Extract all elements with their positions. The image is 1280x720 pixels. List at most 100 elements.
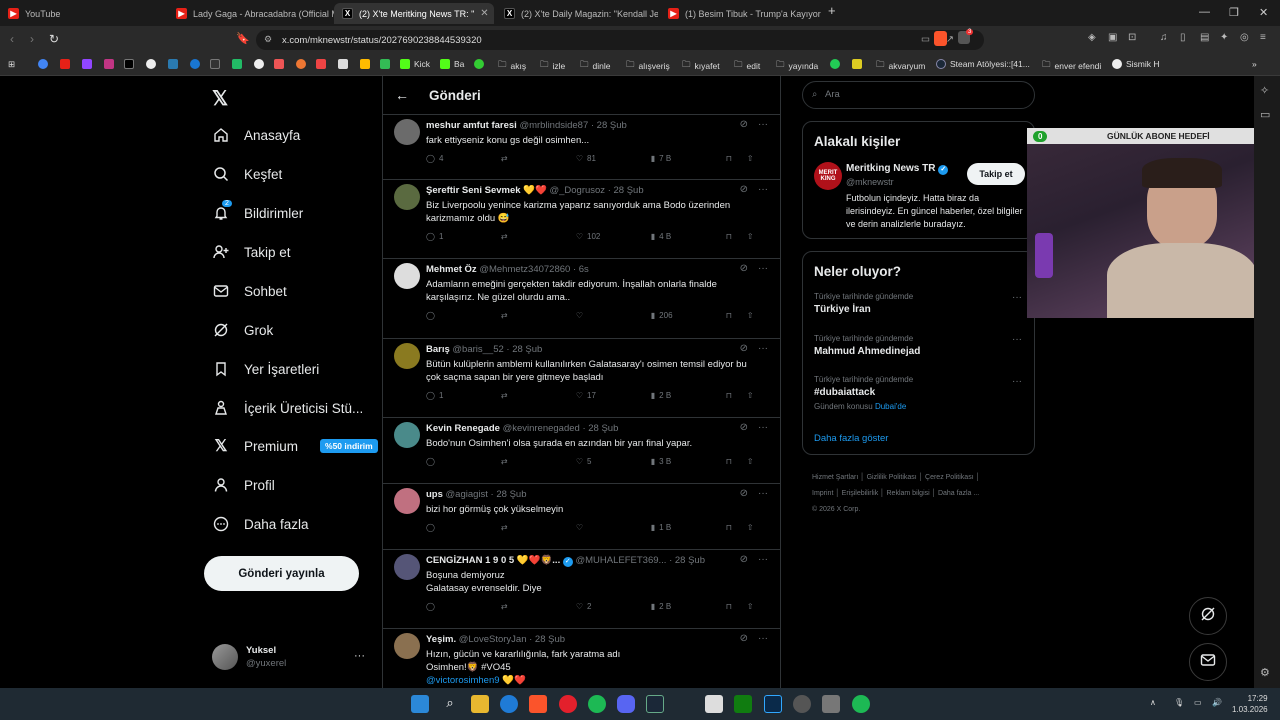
folder-akvaryum[interactable]: 🗀 akvaryum [876,59,925,73]
trend-item[interactable]: Türkiye tarihinde gündemde Türkiye İran [814,292,913,315]
account-switcher[interactable]: Yuksel @yuxerel ··· [212,644,365,670]
repost-button[interactable]: ⇄ [501,232,576,241]
follow-button[interactable]: Takip et [967,163,1025,185]
bookmark-steam[interactable]: Steam Atölyesi::[41... [936,59,1030,69]
folder-akis[interactable]: 🗀 akış [498,59,526,73]
folder-kiyafet[interactable]: 🗀 kıyafet [682,59,720,73]
bookmark-google[interactable] [38,59,48,69]
sidebar-settings-icon[interactable]: ⚙ [1260,666,1270,679]
screenshot-icon[interactable]: ⊡ [1128,32,1136,43]
author-handle[interactable]: @agiagist · 28 Şub [446,489,527,500]
related-name[interactable]: Meritking News TR ✓ [846,163,949,175]
reply-button[interactable]: ◯ 1 [426,391,501,400]
forward-icon[interactable]: › [30,32,34,46]
share-button[interactable]: ⇧ [747,311,766,320]
new-tab-icon[interactable]: + [828,3,836,18]
repost-button[interactable]: ⇄ [501,523,576,532]
trend-more-icon[interactable]: ··· [1012,334,1022,345]
nav-grok[interactable]: Grok [212,321,273,339]
grok-icon[interactable]: ⊘ [740,263,748,274]
like-button[interactable]: ♡ 2 [576,602,651,611]
bookmark-ext7[interactable] [296,59,306,69]
post-more-icon[interactable]: ··· [758,488,768,499]
views-button[interactable]: ▮ 4 B [651,232,726,241]
bookmark-button[interactable]: ⊓ [726,154,747,163]
show-more-link[interactable]: Daha fazla göster [814,433,888,444]
avatar[interactable] [394,422,420,448]
meritking-avatar[interactable]: MERIT KING [814,162,842,190]
author-name[interactable]: Yeşim. [426,634,456,645]
like-button[interactable]: ♡ [576,311,651,320]
url-field[interactable]: ⚙ x.com/mknewstr/status/2027690238844539… [256,30,984,50]
apps-icon[interactable]: ⊞ [8,59,15,70]
brave-icon[interactable] [529,695,547,713]
repost-button[interactable]: ⇄ [501,154,576,163]
opera-icon[interactable] [559,695,577,713]
bookmark-ext2[interactable] [190,59,200,69]
bookmark-button[interactable]: ⊓ [726,523,747,532]
back-icon[interactable]: ‹ [10,32,14,46]
share-button[interactable]: ⇧ [747,602,766,611]
nav-bookmarks[interactable]: Yer İşaretleri [212,360,319,378]
bookmark-github[interactable] [146,59,156,69]
bookmark-ext4[interactable] [232,59,242,69]
bookmark-button[interactable]: ⊓ [726,602,747,611]
folder-yayinda[interactable]: 🗀 yayında [776,59,818,73]
extension-icon[interactable]: ▣ [1108,32,1117,43]
bookmark-kick[interactable]: Kick [400,59,430,69]
grok-icon[interactable]: ⊘ [740,343,748,354]
bookmark-button[interactable]: ⊓ [726,311,747,320]
views-button[interactable]: ▮ 2 B [651,602,726,611]
bookmark-ext3[interactable] [210,59,220,69]
nav-premium[interactable]: 𝕏 Premium %50 indirim [212,437,378,455]
more-bookmarks-icon[interactable]: » [1252,59,1257,69]
bookmark-sismik[interactable]: Sismik H [1112,59,1160,69]
author-name[interactable]: Kevin Renegade [426,423,500,434]
bookmark-ext10[interactable] [360,59,370,69]
vpn-icon[interactable]: ◈ [1088,32,1096,43]
share-button[interactable]: ⇧ [747,523,766,532]
bookmark-ext8[interactable] [316,59,326,69]
author-name[interactable]: CENGİZHAN 1 9 0 5 💛❤️🦁... [426,555,560,566]
views-button[interactable]: ▮ 206 [651,311,726,320]
reply-button[interactable]: ◯ [426,523,501,532]
repost-button[interactable]: ⇄ [501,391,576,400]
author-handle[interactable]: @LoveStoryJan · 28 Şub [459,634,565,645]
reply-post[interactable]: ups @agiagist · 28 Şub bizi hor görmüş ç… [383,483,780,549]
volume-icon[interactable]: 🔊 [1212,698,1222,707]
tab-daily-magazin[interactable]: X (2) X'te Daily Magazin: "Kendall Jenn [496,3,658,24]
nav-explore[interactable]: Keşfet [212,165,282,183]
start-icon[interactable] [411,695,429,713]
search-icon[interactable]: ⌕ [441,695,459,713]
like-button[interactable]: ♡ 17 [576,391,651,400]
nav-messages[interactable]: Sohbet [212,282,287,300]
like-button[interactable]: ♡ 5 [576,457,651,466]
author-name[interactable]: meshur amfut faresi [426,120,517,131]
views-button[interactable]: ▮ 2 B [651,391,726,400]
reply-post[interactable]: Mehmet Öz @Mehmetz34072860 · 6s Adamları… [383,258,780,338]
reply-button[interactable]: ◯ [426,457,501,466]
edge-icon[interactable] [500,695,518,713]
grok-icon[interactable]: ⊘ [740,488,748,499]
share-button[interactable]: ⇧ [747,391,766,400]
post-more-icon[interactable]: ··· [758,422,768,433]
folder-enver[interactable]: 🗀 enver efendi [1042,59,1101,73]
avatar[interactable] [394,488,420,514]
brave-shield-icon[interactable] [934,31,947,46]
bookmark-ext5[interactable] [254,59,264,69]
bookmark-twitch[interactable] [82,59,92,69]
window-close-icon[interactable]: ✕ [1259,6,1268,19]
spotify-icon[interactable] [588,695,606,713]
xbox-icon[interactable] [734,695,752,713]
share-button[interactable]: ⇧ [747,154,766,163]
reply-button[interactable]: ◯ 4 [426,154,501,163]
author-name[interactable]: Şereftir Seni Sevmek 💛❤️ [426,185,547,196]
account-more-icon[interactable]: ··· [354,650,365,662]
post-more-icon[interactable]: ··· [758,343,768,354]
like-button[interactable]: ♡ 81 [576,154,651,163]
settings-icon[interactable] [793,695,811,713]
reply-post[interactable]: Yeşim. @LoveStoryJan · 28 Şub Hızın, güc… [383,628,780,688]
nav-creator-studio[interactable]: İçerik Üreticisi Stü... [212,399,363,417]
bookmark-button[interactable]: ⊓ [726,391,747,400]
bookmark-ext9[interactable] [338,59,348,69]
